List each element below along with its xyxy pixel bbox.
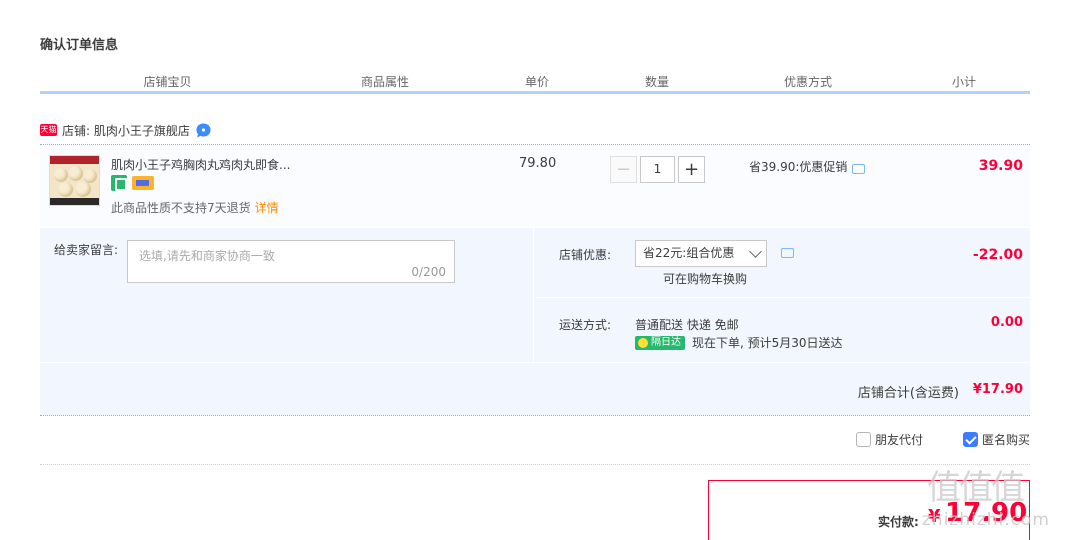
seller-message-area: 给卖家留言: 选填,请先和商家协商一致 0/200: [40, 228, 534, 362]
payment-amount: 17.90: [945, 498, 1028, 528]
order-item-row: 肌肉小王子鸡胸肉丸鸡肉丸即食... 此商品性质不支持7天退货 详情 79.80 −…: [40, 144, 1030, 227]
item-subtotal: 39.90: [978, 158, 1023, 174]
quantity-input[interactable]: 1: [640, 156, 675, 183]
item-promotion: 省39.90:优惠促销: [749, 158, 866, 175]
quantity-stepper: − 1 +: [610, 156, 705, 184]
order-detail-panel: 给卖家留言: 选填,请先和商家协商一致 0/200 店铺优惠: 省22元:组合优…: [40, 228, 1030, 416]
column-separator: [597, 88, 599, 91]
next-day-badge: 隔日达: [635, 336, 685, 350]
shop-coupon-select[interactable]: 省22元:组合优惠: [635, 240, 767, 267]
page-title: 确认订单信息: [40, 38, 119, 53]
coupon-info-icon[interactable]: [781, 248, 794, 258]
payment-label: 实付款:: [878, 515, 919, 529]
no-return-detail-link[interactable]: 详情: [255, 201, 279, 215]
column-subtotal: 小计: [951, 75, 976, 89]
decrease-quantity-button[interactable]: −: [610, 156, 637, 183]
column-attributes: 商品属性: [360, 75, 409, 89]
column-discount: 优惠方式: [783, 75, 832, 89]
wangwang-chat-icon[interactable]: [195, 122, 212, 139]
shop-total-amount: ¥17.90: [972, 382, 1023, 397]
promotion-info-icon[interactable]: [852, 163, 866, 174]
payment-currency: ¥: [928, 506, 941, 527]
column-shop-item: 店铺宝贝: [143, 75, 192, 89]
seller-message-input[interactable]: 选填,请先和商家协商一致 0/200: [127, 240, 455, 283]
anonymous-buy-box[interactable]: [962, 432, 978, 447]
friend-pay-checkbox[interactable]: 朋友代付: [855, 431, 923, 448]
shipping-eta: 现在下单, 预计5月30日送达: [692, 336, 843, 350]
order-options: 朋友代付 匿名购买: [855, 431, 1030, 448]
shop-total-label: 店铺合计(含运费): [857, 386, 959, 401]
thumbnail-brand-band: [50, 156, 99, 164]
unit-price: 79.80: [519, 156, 557, 171]
shipping-label: 运送方式:: [559, 318, 612, 332]
shop-line: 天猫 店铺: 肌肉小王子旗舰店: [40, 121, 212, 139]
column-separator: [718, 88, 720, 91]
shop-coupon-label: 店铺优惠:: [559, 248, 612, 262]
section-divider: [40, 464, 1030, 465]
seller-message-counter: 0/200: [411, 265, 446, 279]
column-separator: [295, 88, 297, 91]
shipping-amount: 0.00: [990, 315, 1023, 330]
shield-service-icon[interactable]: [111, 175, 127, 191]
tmall-icon: 天猫: [40, 124, 57, 136]
shop-total-row: 店铺合计(含运费) ¥17.90: [40, 362, 1030, 416]
shipping-row: 运送方式: 普通配送 快递 免邮 隔日达 现在下单, 预计5月30日送达 0.0…: [535, 299, 1030, 362]
column-header: 店铺宝贝 商品属性 单价 数量 优惠方式 小计: [40, 70, 1030, 94]
product-title-link[interactable]: 肌肉小王子鸡胸肉丸鸡肉丸即食...: [111, 156, 290, 173]
shop-coupon-amount: -22.00: [972, 247, 1023, 263]
card-service-icon[interactable]: [132, 176, 154, 190]
column-separator: [476, 88, 478, 91]
friend-pay-box[interactable]: [855, 432, 871, 447]
thumbnail-footer: [50, 198, 99, 205]
increase-quantity-button[interactable]: +: [678, 156, 705, 183]
chevron-down-icon: [749, 245, 762, 258]
payment-summary: 实付款: ¥ 17.90: [708, 480, 1030, 540]
friend-pay-label: 朋友代付: [874, 433, 923, 447]
column-quantity: 数量: [644, 75, 669, 89]
no-return-notice: 此商品性质不支持7天退货 详情: [111, 199, 279, 216]
service-icons: [111, 175, 154, 191]
no-return-text: 此商品性质不支持7天退货: [111, 201, 251, 215]
shop-coupon-row: 店铺优惠: 省22元:组合优惠 可在购物车换购 -22.00: [535, 228, 1030, 298]
column-separator: [898, 88, 900, 91]
shipping-method: 普通配送 快递 免邮: [635, 318, 739, 332]
item-promotion-text: 省39.90:优惠促销: [749, 160, 848, 174]
shop-name-link[interactable]: 店铺: 肌肉小王子旗舰店: [62, 122, 190, 139]
seller-message-placeholder: 选填,请先和商家协商一致: [139, 249, 275, 263]
anonymous-buy-checkbox[interactable]: 匿名购买: [962, 431, 1030, 448]
seller-message-label: 给卖家留言:: [54, 243, 119, 257]
product-thumbnail[interactable]: [49, 155, 100, 206]
coupon-exchange-note: 可在购物车换购: [663, 272, 748, 286]
anonymous-buy-label: 匿名购买: [981, 433, 1030, 447]
shop-coupon-selected: 省22元:组合优惠: [643, 246, 735, 260]
column-unit-price: 单价: [524, 75, 549, 89]
